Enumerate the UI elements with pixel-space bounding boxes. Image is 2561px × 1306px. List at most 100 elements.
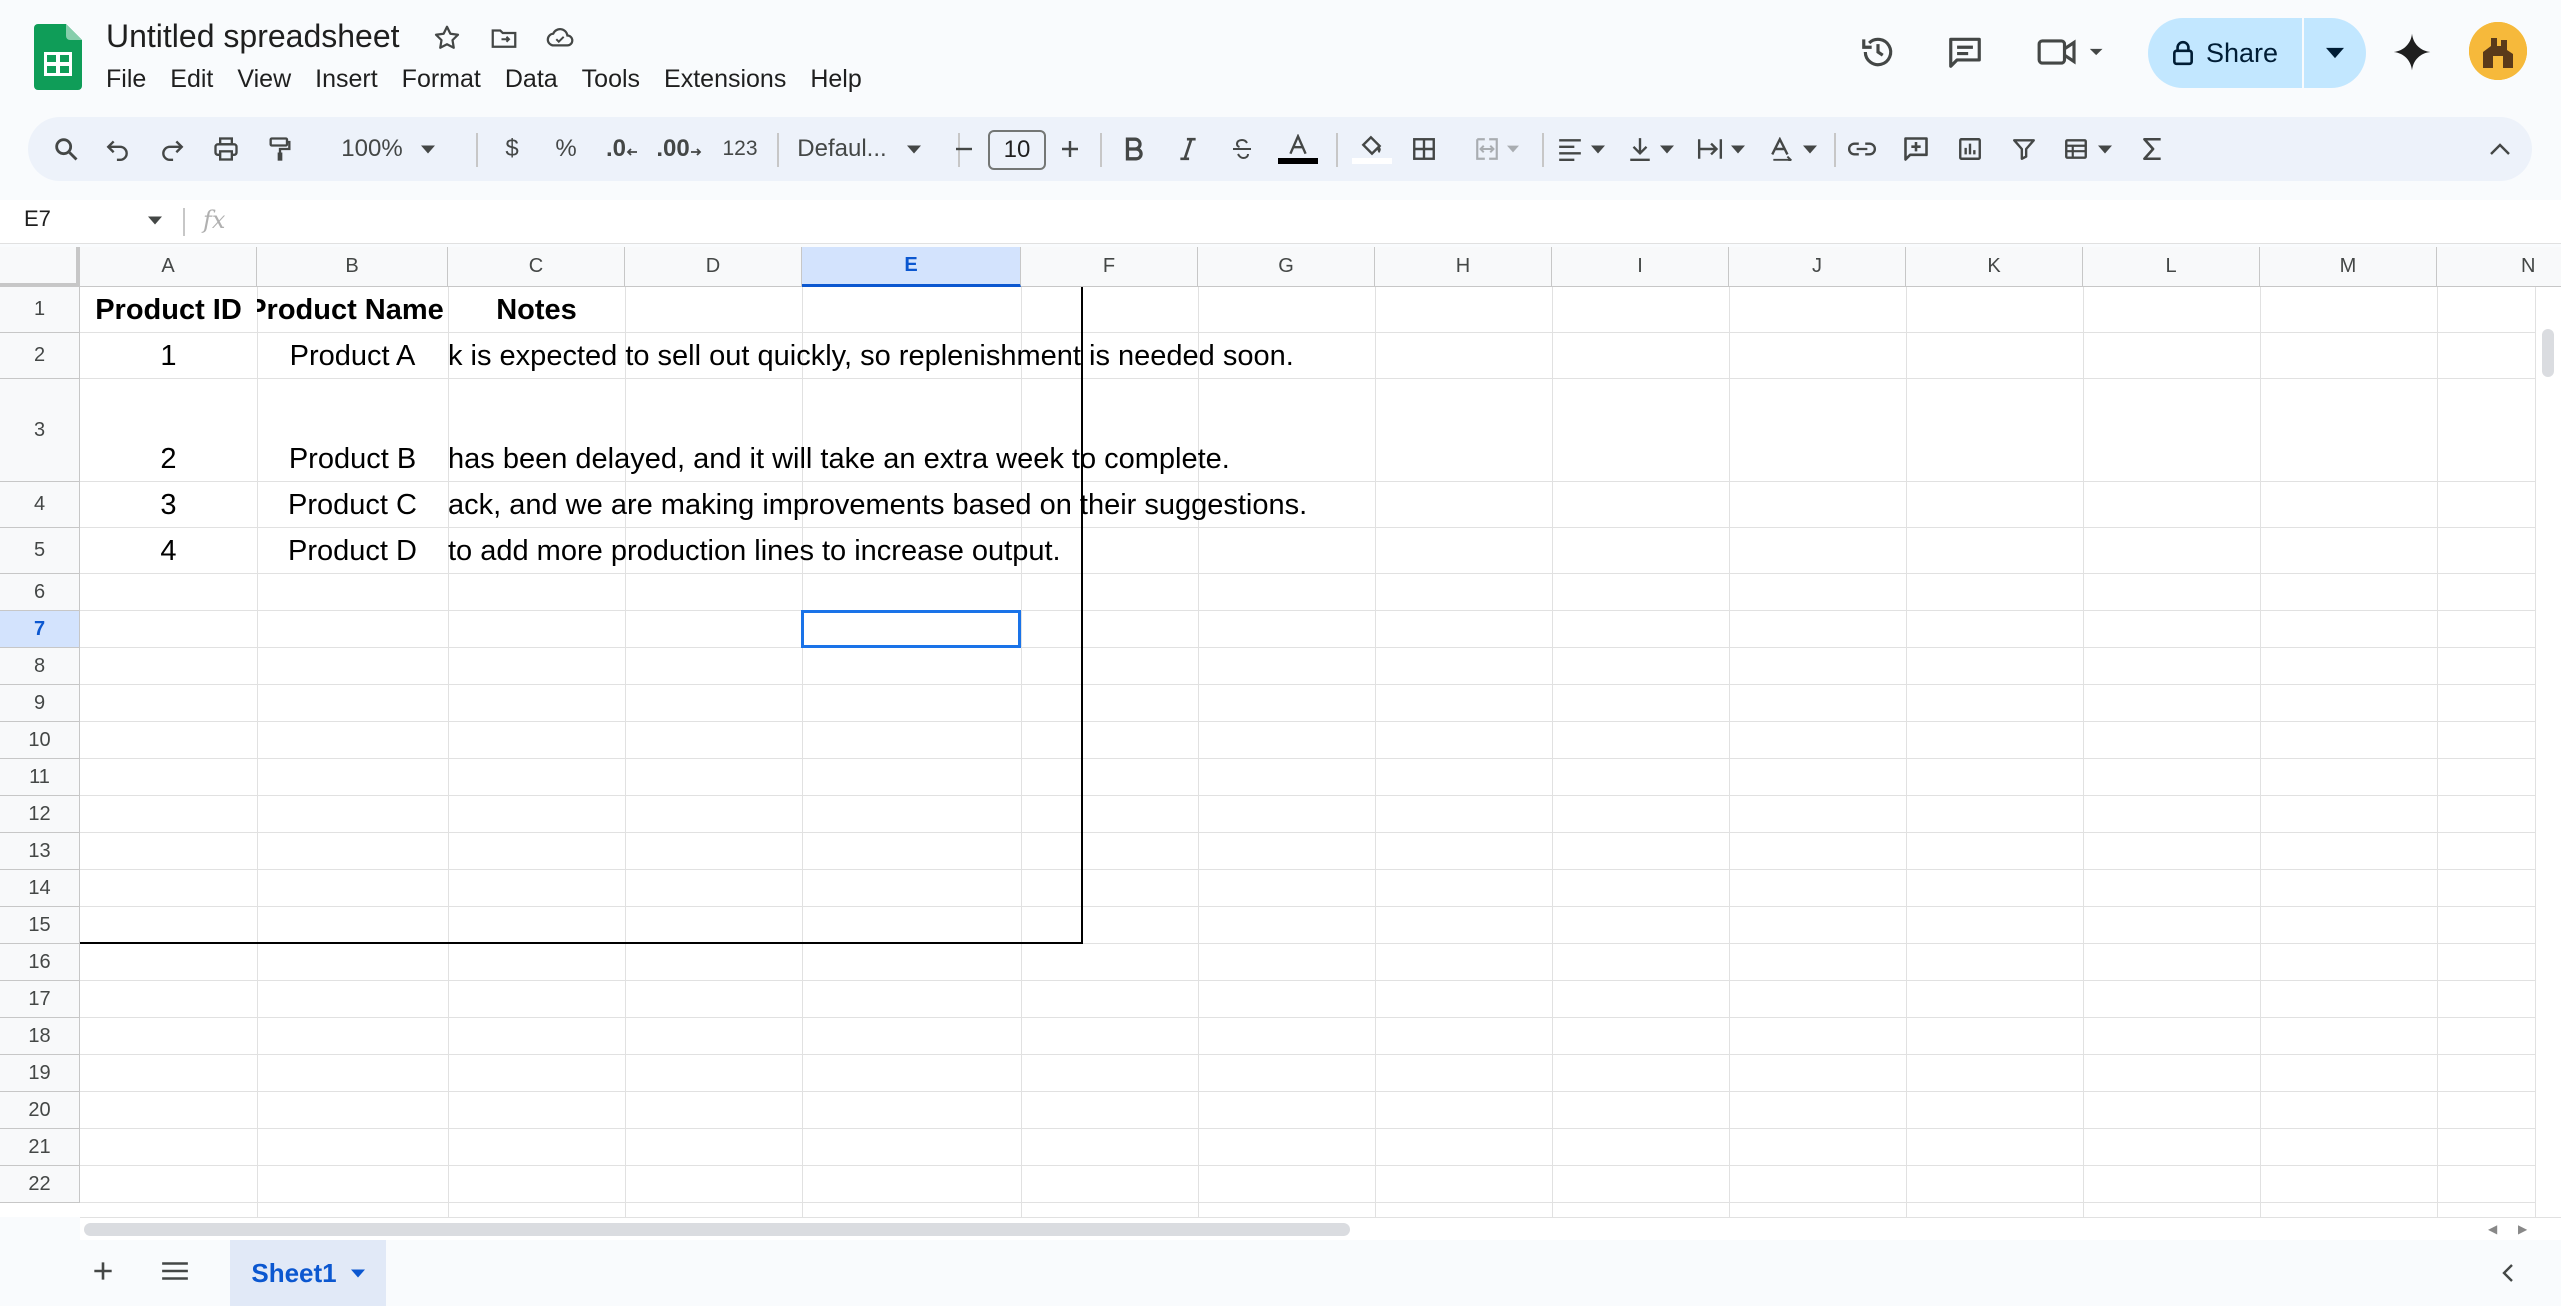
column-header-c[interactable]: C <box>448 247 625 287</box>
column-header-b[interactable]: B <box>257 247 448 287</box>
menu-tools[interactable]: Tools <box>570 64 652 94</box>
cell-c3[interactable]: has been delayed, and it will take an ex… <box>448 442 1375 476</box>
all-sheets-icon[interactable] <box>160 1259 190 1283</box>
column-header-m[interactable]: M <box>2260 247 2437 287</box>
sheets-logo-icon[interactable] <box>34 24 82 90</box>
cell-a2[interactable]: 1 <box>80 339 257 373</box>
column-header-e[interactable]: E <box>802 247 1021 287</box>
increase-font-size-icon[interactable] <box>1052 117 1088 181</box>
undo-icon[interactable] <box>100 117 136 181</box>
format-percent-button[interactable]: % <box>548 117 584 181</box>
sheet-tab-sheet1[interactable]: Sheet1 <box>230 1240 386 1306</box>
menu-extensions[interactable]: Extensions <box>652 64 798 94</box>
text-wrapping-icon[interactable] <box>1690 117 1752 181</box>
column-header-i[interactable]: I <box>1552 247 1729 287</box>
horizontal-align-icon[interactable] <box>1550 117 1612 181</box>
column-header-a[interactable]: A <box>80 247 257 287</box>
column-header-h[interactable]: H <box>1375 247 1552 287</box>
row-header-15[interactable]: 15 <box>0 907 80 944</box>
comments-icon[interactable] <box>1945 32 1985 72</box>
cell-b3[interactable]: Product B <box>257 442 448 476</box>
merge-cells-icon[interactable] <box>1464 117 1528 181</box>
row-header-14[interactable]: 14 <box>0 870 80 907</box>
cell-c5[interactable]: to add more production lines to increase… <box>448 534 1375 568</box>
row-header-21[interactable]: 21 <box>0 1129 80 1166</box>
cell-c1[interactable]: Notes <box>448 293 625 327</box>
insert-comment-icon[interactable] <box>1894 117 1938 181</box>
document-title[interactable]: Untitled spreadsheet <box>106 18 400 55</box>
row-header-5[interactable]: 5 <box>0 528 80 574</box>
star-icon[interactable] <box>427 18 467 58</box>
menu-view[interactable]: View <box>225 64 303 94</box>
row-header-13[interactable]: 13 <box>0 833 80 870</box>
column-header-n[interactable]: N <box>2437 247 2561 287</box>
fill-color-icon[interactable] <box>1350 117 1394 181</box>
name-box[interactable]: E7 <box>24 206 51 232</box>
column-header-k[interactable]: K <box>1906 247 2083 287</box>
column-header-j[interactable]: J <box>1729 247 1906 287</box>
user-avatar[interactable] <box>2469 22 2527 80</box>
spreadsheet-grid[interactable]: A B C D E F G H I J K L M N 1 2 3 4 5 6 … <box>0 247 2561 1217</box>
insert-chart-icon[interactable] <box>1948 117 1992 181</box>
redo-icon[interactable] <box>154 117 190 181</box>
paint-format-icon[interactable] <box>262 117 298 181</box>
row-header-12[interactable]: 12 <box>0 796 80 833</box>
share-button[interactable]: Share <box>2148 18 2366 88</box>
select-all-corner[interactable] <box>0 247 80 287</box>
share-dropdown-button[interactable] <box>2304 18 2366 88</box>
cell-b5[interactable]: Product D <box>257 534 448 568</box>
filter-views-icon[interactable] <box>2056 117 2118 181</box>
menu-edit[interactable]: Edit <box>158 64 225 94</box>
row-header-16[interactable]: 16 <box>0 944 80 981</box>
cell-a1[interactable]: Product ID <box>80 293 257 327</box>
version-history-icon[interactable] <box>1858 32 1898 72</box>
selected-cell-e7[interactable] <box>801 610 1021 648</box>
row-header-3[interactable]: 3 <box>0 379 80 482</box>
cell-a3[interactable]: 2 <box>80 442 257 476</box>
column-header-g[interactable]: G <box>1198 247 1375 287</box>
row-header-17[interactable]: 17 <box>0 981 80 1018</box>
horizontal-scroll-thumb[interactable] <box>84 1223 1350 1236</box>
menu-insert[interactable]: Insert <box>303 64 390 94</box>
column-header-d[interactable]: D <box>625 247 802 287</box>
row-header-8[interactable]: 8 <box>0 648 80 685</box>
vertical-align-icon[interactable] <box>1620 117 1682 181</box>
menu-format[interactable]: Format <box>390 64 493 94</box>
share-main-button[interactable]: Share <box>2148 18 2304 88</box>
row-header-19[interactable]: 19 <box>0 1055 80 1092</box>
menu-file[interactable]: File <box>106 64 158 94</box>
font-size-input[interactable]: 10 <box>988 130 1046 170</box>
cloud-saved-icon[interactable] <box>540 18 580 58</box>
print-icon[interactable] <box>208 117 244 181</box>
formula-input[interactable] <box>250 206 2530 236</box>
row-header-2[interactable]: 2 <box>0 333 80 379</box>
gemini-sparkle-icon[interactable] <box>2392 32 2432 72</box>
text-rotation-icon[interactable] <box>1762 117 1824 181</box>
row-header-20[interactable]: 20 <box>0 1092 80 1129</box>
cell-b2[interactable]: Product A <box>257 339 448 373</box>
move-folder-icon[interactable] <box>484 18 524 58</box>
zoom-select[interactable]: 100% <box>328 117 448 181</box>
chevron-down-icon[interactable] <box>148 216 162 225</box>
collapse-toolbar-icon[interactable] <box>2478 117 2522 181</box>
decrease-decimals-button[interactable]: .0 <box>602 117 642 181</box>
insert-link-icon[interactable] <box>1840 117 1884 181</box>
meet-video-icon[interactable] <box>2034 32 2114 72</box>
menu-help[interactable]: Help <box>798 64 873 94</box>
strikethrough-icon[interactable] <box>1224 117 1260 181</box>
vertical-scroll-thumb[interactable] <box>2542 329 2554 377</box>
row-header-7[interactable]: 7 <box>0 611 80 648</box>
cell-c2[interactable]: k is expected to sell out quickly, so re… <box>448 339 1375 373</box>
cell-a4[interactable]: 3 <box>80 488 257 522</box>
cell-c4[interactable]: ack, and we are making improvements base… <box>448 488 1375 522</box>
increase-decimals-button[interactable]: .00 <box>656 117 702 181</box>
row-header-22[interactable]: 22 <box>0 1166 80 1203</box>
scroll-left-arrow-icon[interactable]: ◀ <box>2488 1222 2497 1236</box>
vertical-scrollbar[interactable] <box>2535 287 2561 1217</box>
cell-b4[interactable]: Product C <box>257 488 448 522</box>
functions-icon[interactable] <box>2130 117 2174 181</box>
column-header-f[interactable]: F <box>1021 247 1198 287</box>
decrease-font-size-icon[interactable] <box>946 117 982 181</box>
italic-icon[interactable] <box>1170 117 1206 181</box>
row-header-9[interactable]: 9 <box>0 685 80 722</box>
